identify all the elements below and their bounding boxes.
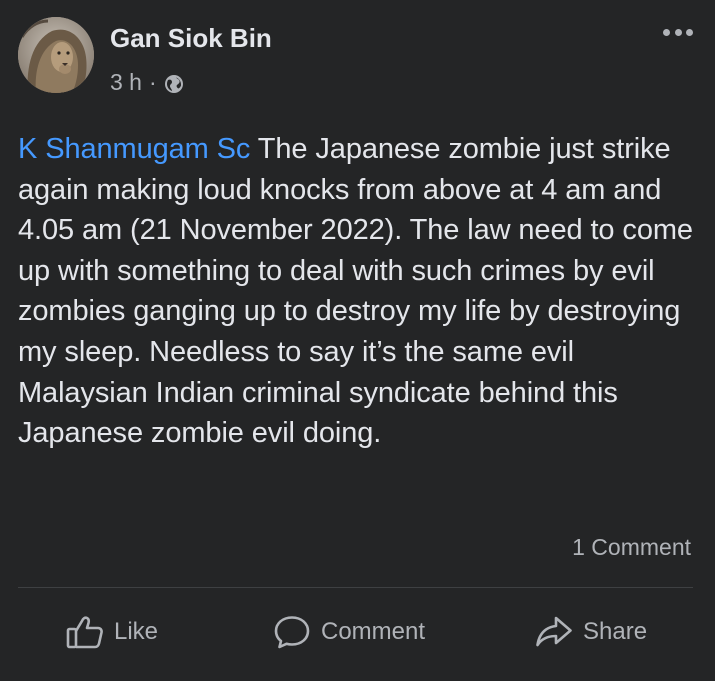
lion-avatar-image — [18, 17, 94, 93]
meta-separator: · — [148, 69, 157, 95]
divider — [18, 587, 693, 588]
post-timestamp[interactable]: 3 h — [110, 68, 142, 96]
share-label: Share — [583, 618, 648, 645]
comment-bubble-icon — [273, 615, 311, 649]
share-arrow-icon — [535, 615, 573, 649]
author-avatar[interactable] — [18, 17, 94, 93]
like-label: Like — [114, 618, 159, 645]
post-meta: 3 h · — [110, 68, 184, 96]
comment-count[interactable]: 1 Comment — [572, 533, 691, 561]
post-body: The Japanese zombie just strike again ma… — [18, 133, 693, 450]
mention-link[interactable]: K Shanmugam Sc — [18, 133, 250, 165]
share-button[interactable]: Share — [535, 612, 647, 652]
author-name[interactable]: Gan Siok Bin — [110, 22, 272, 54]
globe-icon — [164, 72, 184, 93]
facebook-post: Gan Siok Bin 3 h · K Shanmugam Sc The Ja… — [0, 0, 715, 681]
like-button[interactable]: Like — [66, 612, 158, 652]
comment-button[interactable]: Comment — [273, 612, 425, 652]
comment-label: Comment — [321, 618, 426, 645]
more-dot — [686, 28, 693, 36]
more-dot — [674, 28, 682, 36]
post-text: K Shanmugam Sc The Japanese zombie just … — [18, 129, 698, 454]
more-options-icon[interactable] — [663, 26, 693, 38]
thumbs-up-icon — [66, 615, 104, 649]
more-dot — [663, 28, 670, 36]
